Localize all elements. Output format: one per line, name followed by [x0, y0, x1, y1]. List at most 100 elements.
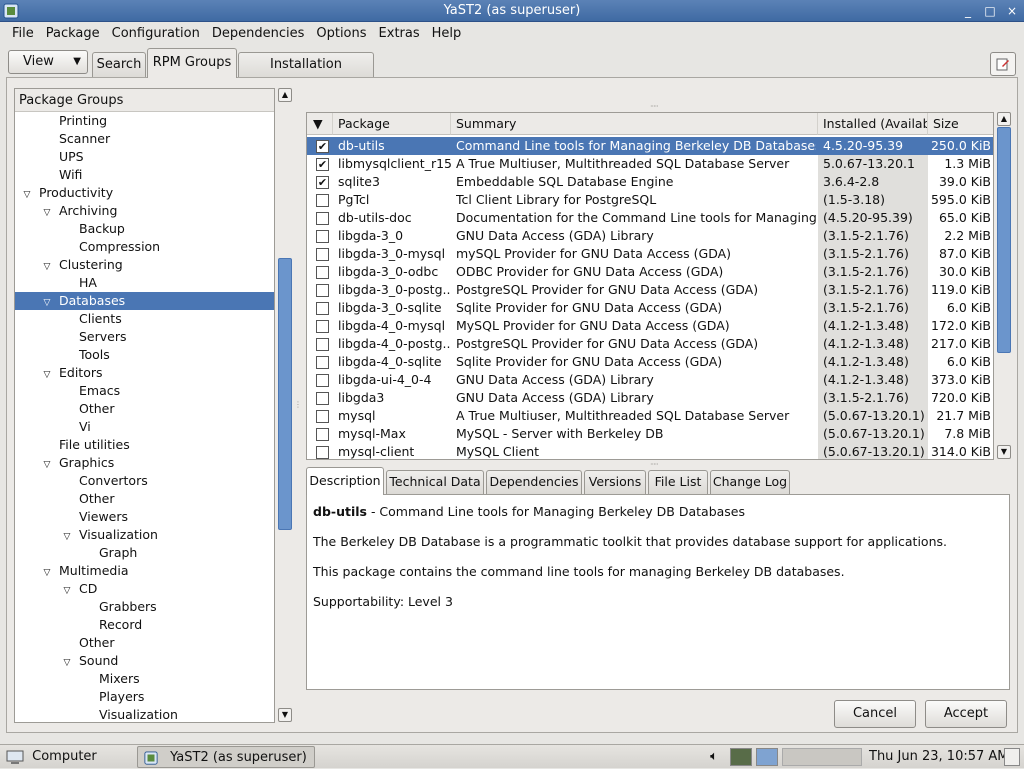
tab-installation-summary[interactable]: Installation Summary [238, 52, 374, 96]
splitter-handle[interactable]: ····· [650, 102, 659, 111]
minimize-button[interactable]: _ [960, 0, 976, 22]
install-checkbox[interactable]: ✔ [316, 176, 329, 189]
tree-item[interactable]: ▽ Multimedia [15, 562, 274, 580]
tree-item[interactable]: Grabbers [15, 598, 274, 616]
tree-item[interactable]: Scanner [15, 130, 274, 148]
menu-configuration[interactable]: Configuration [106, 22, 206, 45]
install-checkbox[interactable] [316, 392, 329, 405]
install-checkbox[interactable] [316, 194, 329, 207]
tree-item[interactable]: ▽ Clustering [15, 256, 274, 274]
tree-item[interactable]: HA [15, 274, 274, 292]
menu-options[interactable]: Options [310, 22, 372, 45]
tree-item[interactable]: Other [15, 490, 274, 508]
tree-item[interactable]: UPS [15, 148, 274, 166]
scroll-up-icon[interactable]: ▲ [278, 88, 292, 102]
tree-item[interactable]: Servers [15, 328, 274, 346]
tree-item[interactable]: Emacs [15, 382, 274, 400]
menu-dependencies[interactable]: Dependencies [206, 22, 311, 45]
table-row[interactable]: libgda-4_0-postg... PostgreSQL Provider f… [307, 335, 993, 353]
install-checkbox[interactable] [316, 266, 329, 279]
table-row[interactable]: libgda-3_0-sqlite Sqlite Provider for GNU… [307, 299, 993, 317]
tree-item[interactable]: Clients [15, 310, 274, 328]
table-row[interactable]: libgda-3_0-mysql mySQL Provider for GNU D… [307, 245, 993, 263]
table-row[interactable]: mysql A True Multiuser, Multithreaded SQL… [307, 407, 993, 425]
table-row[interactable]: libgda-3_0-odbc ODBC Provider for GNU Dat… [307, 263, 993, 281]
scroll-up-icon[interactable]: ▲ [997, 112, 1011, 126]
tab-dependencies[interactable]: Dependencies [486, 470, 582, 494]
menu-file[interactable]: File [6, 22, 40, 45]
tab-change-log[interactable]: Change Log [710, 470, 790, 494]
table-row[interactable]: libgda-ui-4_0-4 GNU Data Access (GDA) Lib… [307, 371, 993, 389]
tree-item[interactable]: ▽ Productivity [15, 184, 274, 202]
cancel-button[interactable]: Cancel [834, 700, 916, 728]
tree-item[interactable]: Record [15, 616, 274, 634]
table-row[interactable]: libgda-4_0-sqlite Sqlite Provider for GNU… [307, 353, 993, 371]
tree-item[interactable]: Tools [15, 346, 274, 364]
tree-item[interactable]: Convertors [15, 472, 274, 490]
install-checkbox[interactable] [316, 338, 329, 351]
table-row[interactable]: db-utils-doc Documentation for the Comman… [307, 209, 993, 227]
install-checkbox[interactable] [316, 320, 329, 333]
column-size-header[interactable]: Size [928, 113, 993, 135]
tree-item[interactable]: ▽ Visualization [15, 526, 274, 544]
tab-technical-data[interactable]: Technical Data [386, 470, 484, 494]
column-package-header[interactable]: Package [333, 113, 451, 135]
table-row[interactable]: ✔ db-utils Command Line tools for Managing… [307, 137, 993, 155]
install-checkbox[interactable] [316, 428, 329, 441]
menu-package[interactable]: Package [40, 22, 106, 45]
table-row[interactable]: mysql-Max MySQL - Server with Berkeley DB… [307, 425, 993, 443]
install-checkbox[interactable] [316, 446, 329, 459]
install-checkbox[interactable] [316, 356, 329, 369]
install-checkbox[interactable] [316, 302, 329, 315]
tree-item[interactable]: Mixers [15, 670, 274, 688]
scroll-down-icon[interactable]: ▼ [997, 445, 1011, 459]
workspace-switcher[interactable] [782, 748, 862, 766]
table-row[interactable]: libgda-4_0-mysql MySQL Provider for GNU D… [307, 317, 993, 335]
tree-item[interactable]: Players [15, 688, 274, 706]
tree-item[interactable]: File utilities [15, 436, 274, 454]
table-row[interactable]: PgTcl Tcl Client Library for PostgreSQL (1… [307, 191, 993, 209]
tree-item[interactable]: Backup [15, 220, 274, 238]
column-summary-header[interactable]: Summary [451, 113, 818, 135]
tree-item[interactable]: Other [15, 634, 274, 652]
taskbar-window-button[interactable]: YaST2 (as superuser) [137, 746, 315, 768]
show-desktop-icon[interactable] [1004, 748, 1020, 766]
scroll-down-icon[interactable]: ▼ [278, 708, 292, 722]
scroll-thumb[interactable] [997, 127, 1011, 353]
install-checkbox[interactable] [316, 284, 329, 297]
accept-button[interactable]: Accept [925, 700, 1007, 728]
install-checkbox[interactable] [316, 230, 329, 243]
volume-icon[interactable]: 🔈︎ [706, 746, 722, 768]
close-button[interactable]: × [1004, 0, 1020, 22]
clock[interactable]: Thu Jun 23, 10:57 AM [869, 746, 1009, 768]
menu-help[interactable]: Help [426, 22, 468, 45]
tab-description[interactable]: Description [306, 467, 384, 495]
scroll-thumb[interactable] [278, 258, 292, 530]
tree-item[interactable]: ▽ Archiving [15, 202, 274, 220]
table-row[interactable]: ✔ sqlite3 Embeddable SQL Database Engine 3.… [307, 173, 993, 191]
package-scrollbar[interactable]: ▲ ▼ [996, 112, 1012, 460]
tree-item[interactable]: ▽ Sound [15, 652, 274, 670]
tree-item[interactable]: Other [15, 400, 274, 418]
tree-item[interactable]: Wifi [15, 166, 274, 184]
install-checkbox[interactable] [316, 212, 329, 225]
tab-rpm-groups[interactable]: RPM Groups [147, 48, 237, 78]
menu-extras[interactable]: Extras [373, 22, 426, 45]
view-dropdown[interactable]: View ▼ [8, 50, 88, 74]
splitter-handle[interactable]: ····· [650, 460, 659, 469]
install-checkbox[interactable] [316, 374, 329, 387]
tree-item[interactable]: ▽ Editors [15, 364, 274, 382]
install-checkbox[interactable] [316, 248, 329, 261]
tree-item[interactable]: Visualization [15, 706, 274, 722]
network-icon[interactable] [730, 748, 752, 766]
table-row[interactable]: libgda3 GNU Data Access (GDA) Library (3.1… [307, 389, 993, 407]
tree-item[interactable]: ▽ CD [15, 580, 274, 598]
table-row[interactable]: ✔ libmysqlclient_r15 A True Multiuser, Mul… [307, 155, 993, 173]
install-checkbox[interactable] [316, 410, 329, 423]
maximize-button[interactable]: □ [982, 0, 998, 22]
tree-item[interactable]: Vi [15, 418, 274, 436]
tree-item[interactable]: Printing [15, 112, 274, 130]
install-checkbox[interactable]: ✔ [316, 158, 329, 171]
table-row[interactable]: libgda-3_0 GNU Data Access (GDA) Library (… [307, 227, 993, 245]
tree-item[interactable]: Compression [15, 238, 274, 256]
